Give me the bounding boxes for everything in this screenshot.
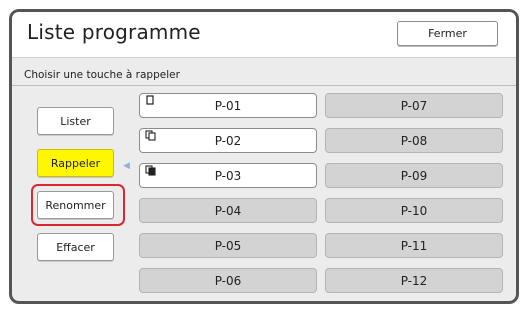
instruction-text: Choisir une touche à rappeler xyxy=(24,69,180,81)
list-button[interactable]: Lister xyxy=(37,107,114,135)
stacked-doc-filled-icon xyxy=(145,165,156,176)
program-label: P-07 xyxy=(400,98,428,113)
program-slot-p07[interactable]: P-07 xyxy=(325,93,503,118)
dialog-title: Liste programme xyxy=(27,20,201,44)
program-slot-p05[interactable]: P-05 xyxy=(139,233,317,258)
program-label: P-08 xyxy=(400,133,428,148)
divider xyxy=(12,85,516,86)
selection-arrow-icon: ◀ xyxy=(123,161,130,171)
program-slot-p04[interactable]: P-04 xyxy=(139,198,317,223)
stacked-doc-icon xyxy=(145,130,156,141)
program-label: P-03 xyxy=(214,168,242,183)
program-slot-p12[interactable]: P-12 xyxy=(325,268,503,293)
program-label: P-06 xyxy=(214,273,242,288)
program-label: P-12 xyxy=(400,273,428,288)
program-slot-p10[interactable]: P-10 xyxy=(325,198,503,223)
single-doc-icon xyxy=(146,95,154,105)
program-label: P-04 xyxy=(214,203,242,218)
program-label: P-02 xyxy=(214,133,242,148)
program-slot-p03[interactable]: P-03 xyxy=(139,163,317,188)
program-label: P-05 xyxy=(214,238,242,253)
program-label: P-09 xyxy=(400,168,428,183)
program-label: P-10 xyxy=(400,203,428,218)
program-slot-p08[interactable]: P-08 xyxy=(325,128,503,153)
delete-button[interactable]: Effacer xyxy=(37,233,114,261)
program-slot-p01[interactable]: P-01 xyxy=(139,93,317,118)
rename-highlight-ring xyxy=(31,184,125,226)
recall-button[interactable]: Rappeler xyxy=(37,149,114,177)
program-slot-p11[interactable]: P-11 xyxy=(325,233,503,258)
program-slot-p02[interactable]: P-02 xyxy=(139,128,317,153)
program-slot-p09[interactable]: P-09 xyxy=(325,163,503,188)
program-slot-p06[interactable]: P-06 xyxy=(139,268,317,293)
program-list-dialog: Liste programme Fermer Choisir une touch… xyxy=(9,9,519,304)
dialog-header: Liste programme Fermer xyxy=(12,12,516,58)
program-label: P-11 xyxy=(400,238,428,253)
program-label: P-01 xyxy=(214,98,242,113)
close-button[interactable]: Fermer xyxy=(397,21,498,46)
